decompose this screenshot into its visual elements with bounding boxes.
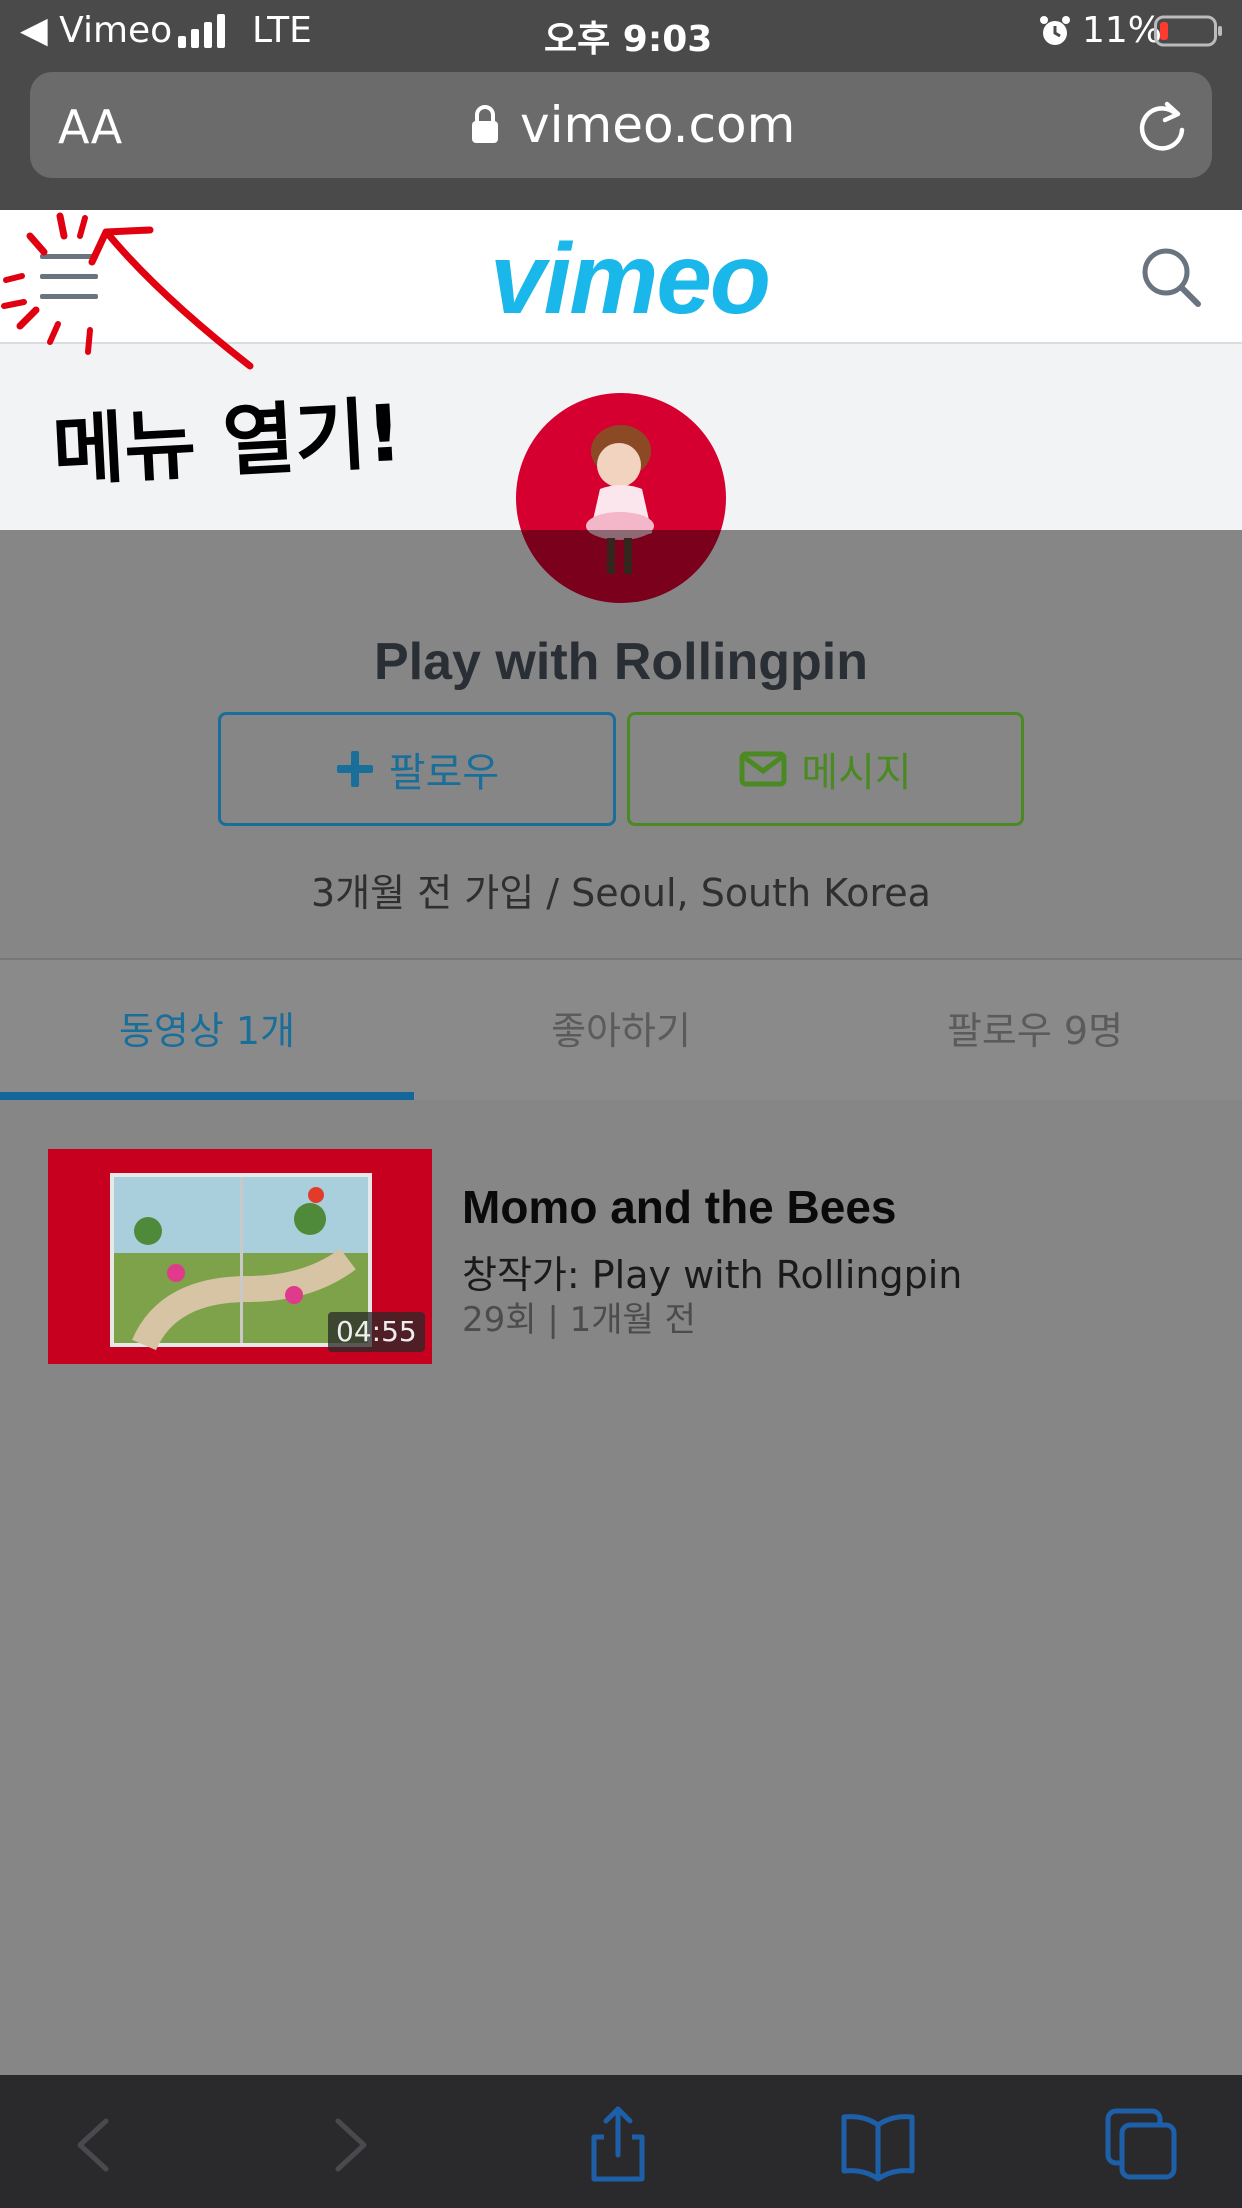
message-button[interactable]: 메시지 (627, 712, 1024, 826)
back-icon[interactable] (64, 2105, 144, 2185)
plus-icon (336, 751, 373, 787)
video-title[interactable]: Momo and the Bees (462, 1180, 897, 1234)
red-scribble-annotation (0, 206, 270, 381)
video-duration: 04:55 (328, 1312, 425, 1352)
status-time: 오후 9:03 (544, 19, 713, 60)
avatar-dim-overlay (516, 530, 726, 603)
lock-icon (470, 104, 500, 149)
tab-likes[interactable]: 좋아하기 (414, 1000, 828, 1055)
reload-icon[interactable] (1134, 98, 1190, 159)
alarm-icon (1038, 14, 1072, 53)
profile-name: Play with Rollingpin (374, 633, 868, 691)
active-tab-indicator (0, 1092, 414, 1100)
message-button-label: 메시지 (801, 750, 912, 796)
forward-icon[interactable] (324, 2105, 404, 2185)
url-text[interactable]: vimeo.com (520, 96, 795, 154)
signal-icon (178, 14, 230, 53)
envelope-icon (739, 751, 787, 787)
status-network: LTE (252, 10, 312, 51)
annotation-text: 메뉴 열기! (50, 388, 405, 498)
video-byline[interactable]: 창작가: Play with Rollingpin (462, 1244, 962, 1299)
status-carrier[interactable]: ◀ Vimeo (20, 10, 172, 51)
bookmarks-icon[interactable] (838, 2105, 918, 2185)
battery-icon (1154, 14, 1224, 53)
follow-button-label: 팔로우 (388, 750, 500, 796)
tab-following[interactable]: 팔로우 9명 (828, 1000, 1242, 1055)
share-icon[interactable] (578, 2105, 658, 2185)
text-size-button[interactable]: AA (58, 100, 122, 154)
search-icon[interactable] (1140, 246, 1204, 315)
tab-videos[interactable]: 동영상 1개 (0, 1000, 414, 1055)
follow-button[interactable]: 팔로우 (218, 712, 616, 826)
profile-joined-location: 3개월 전 가입 / Seoul, South Korea (311, 871, 931, 915)
profile-avatar[interactable] (516, 393, 726, 603)
vimeo-logo[interactable]: vimeo (490, 222, 771, 337)
video-meta: 29회 | 1개월 전 (462, 1300, 696, 1340)
status-battery-percent: 11% (1082, 10, 1163, 51)
tabs-icon[interactable] (1102, 2105, 1182, 2185)
